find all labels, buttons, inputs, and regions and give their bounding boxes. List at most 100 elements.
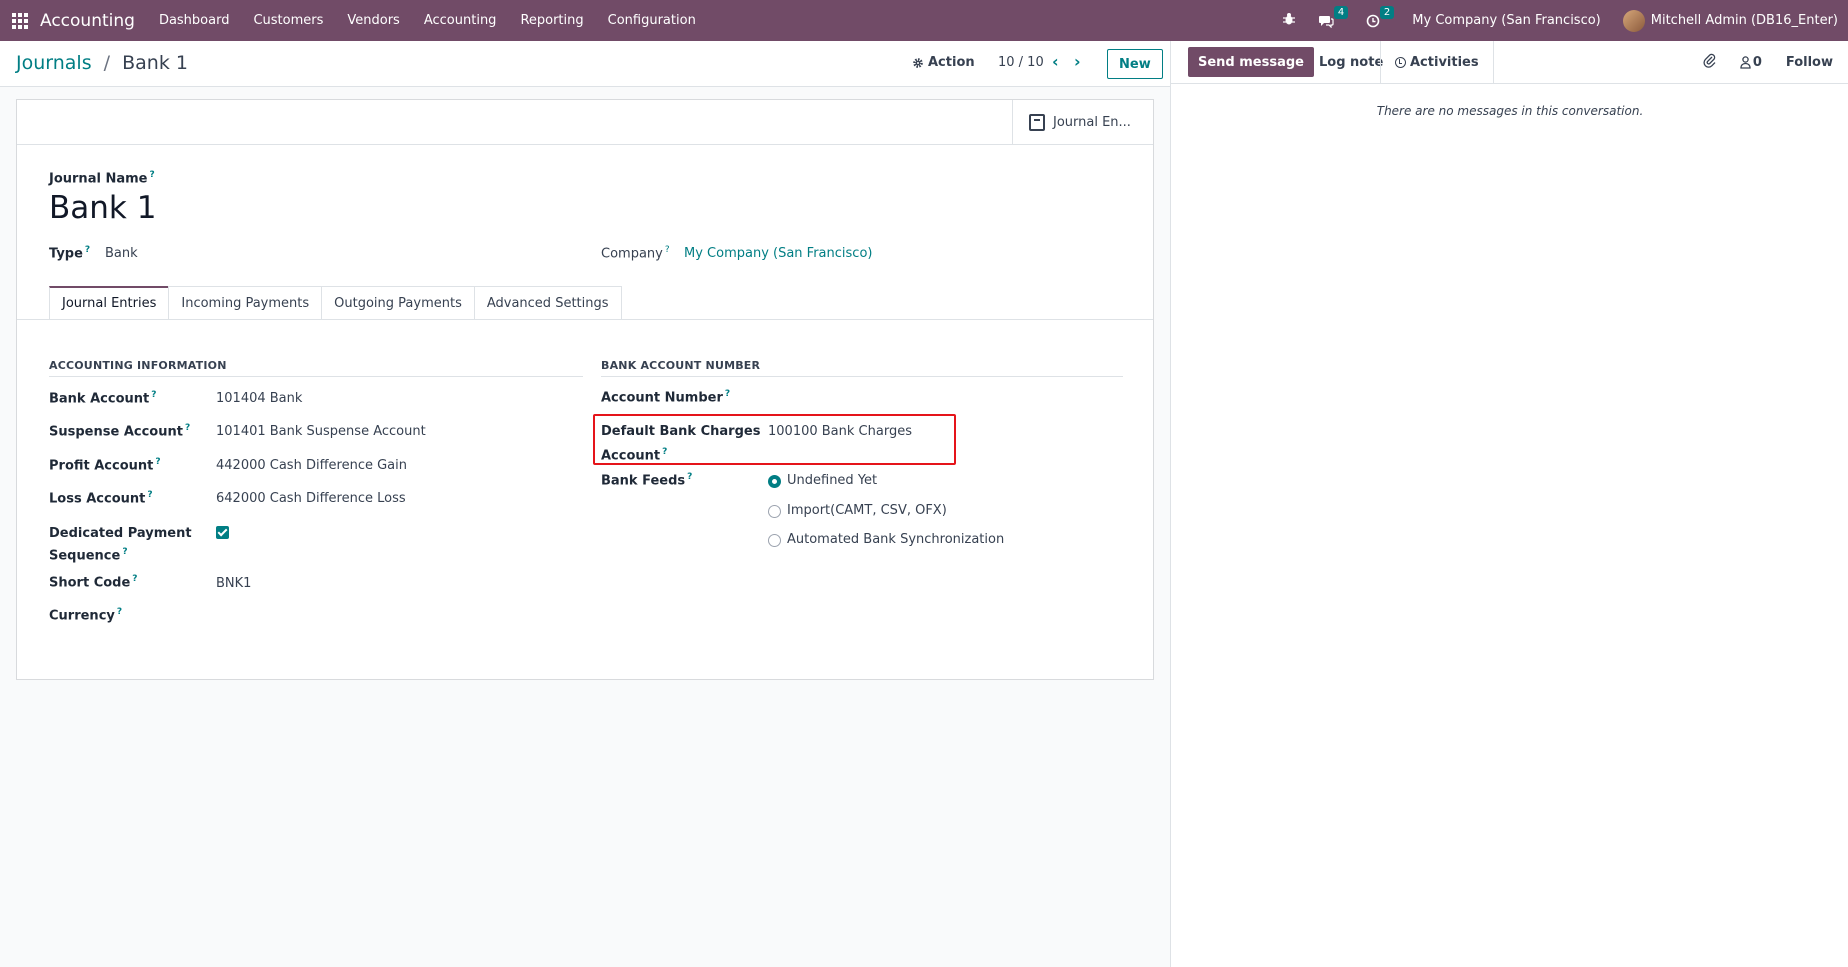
bank-feeds-label: Bank Feeds? [601, 472, 693, 489]
bank-feeds-radio-undefined[interactable] [768, 475, 781, 488]
menu-accounting[interactable]: Accounting [424, 13, 497, 28]
suspense-account-field[interactable]: 101401 Bank Suspense Account [216, 424, 426, 439]
menu-dashboard[interactable]: Dashboard [159, 13, 230, 28]
bank-feeds-radio-import[interactable] [768, 505, 781, 518]
action-button[interactable]: Action [912, 55, 975, 70]
company-switcher[interactable]: My Company (San Francisco) [1412, 13, 1600, 28]
section-divider [49, 376, 583, 377]
highlight-box [593, 414, 956, 465]
breadcrumb-separator: / [103, 52, 111, 74]
help-icon: ? [116, 607, 123, 617]
book-icon [1029, 114, 1045, 131]
help-icon: ? [664, 245, 670, 255]
tab-journal-entries[interactable]: Journal Entries [49, 286, 170, 319]
currency-label: Currency? [49, 607, 123, 624]
help-icon: ? [132, 574, 138, 584]
user-icon [1740, 56, 1751, 69]
loss-account-field[interactable]: 642000 Cash Difference Loss [216, 491, 406, 506]
bank-account-field[interactable]: 101404 Bank [216, 391, 302, 406]
section-divider [601, 376, 1123, 377]
menu-vendors[interactable]: Vendors [347, 13, 399, 28]
dedicated-payment-checkbox[interactable] [216, 526, 229, 539]
chat-icon [1319, 15, 1334, 28]
menu-customers[interactable]: Customers [253, 13, 323, 28]
help-icon: ? [149, 170, 155, 180]
breadcrumb-journals[interactable]: Journals [16, 52, 92, 74]
help-icon: ? [122, 547, 128, 557]
bug-icon[interactable] [1282, 12, 1296, 30]
clock-icon [1366, 14, 1380, 27]
journal-entries-smart-button[interactable]: Journal En... [1012, 100, 1153, 145]
company-label: Company? [601, 245, 670, 262]
activities-button[interactable]: Activities [1380, 41, 1494, 84]
short-code-field[interactable]: BNK1 [216, 576, 251, 591]
form-sheet: Journal En... Journal Name? Bank 1 Type?… [16, 99, 1154, 680]
menu-reporting[interactable]: Reporting [520, 13, 583, 28]
tab-incoming-payments[interactable]: Incoming Payments [168, 286, 323, 319]
chatter-actions: 0 Follow [1703, 41, 1833, 84]
clock-icon [1395, 57, 1406, 68]
user-name: Mitchell Admin (DB16_Enter) [1650, 13, 1838, 28]
profit-account-field[interactable]: 442000 Cash Difference Gain [216, 458, 407, 473]
followers-button[interactable]: 0 [1740, 55, 1762, 70]
breadcrumb: Journals / Bank 1 [16, 52, 188, 74]
send-message-button[interactable]: Send message [1188, 47, 1314, 77]
smart-button-label: Journal En... [1053, 115, 1131, 130]
smart-button-box: Journal En... [17, 100, 1153, 145]
gear-icon [913, 57, 923, 68]
pager-value[interactable]: 10 / 10 [998, 55, 1044, 70]
loss-account-label: Loss Account? [49, 490, 153, 507]
tab-outgoing-payments[interactable]: Outgoing Payments [321, 286, 475, 319]
notebook-tabs: Journal Entries Incoming Payments Outgoi… [49, 286, 622, 319]
activities-label: Activities [1410, 55, 1479, 70]
help-icon: ? [155, 457, 161, 467]
short-code-label: Short Code? [49, 574, 138, 591]
suspense-account-label: Suspense Account? [49, 423, 191, 440]
user-menu[interactable]: Mitchell Admin (DB16_Enter) [1622, 9, 1838, 32]
apps-grid-icon[interactable] [12, 12, 28, 29]
help-icon: ? [147, 490, 153, 500]
bank-feeds-option-label[interactable]: Import(CAMT, CSV, OFX) [787, 503, 947, 518]
bank-feeds-option-label[interactable]: Automated Bank Synchronization [787, 532, 1004, 547]
bank-feeds-option-label[interactable]: Undefined Yet [787, 473, 877, 488]
top-navbar: Accounting Dashboard Customers Vendors A… [0, 0, 1848, 41]
type-field[interactable]: Bank [105, 246, 138, 261]
chatter-topbar: Send message Log note Activities 0 Follo… [1171, 41, 1848, 84]
help-icon: ? [151, 390, 157, 400]
app-brand[interactable]: Accounting [40, 11, 135, 31]
activities-badge: 2 [1379, 5, 1395, 19]
profit-account-label: Profit Account? [49, 457, 161, 474]
help-icon: ? [184, 423, 191, 433]
journal-name-field[interactable]: Bank 1 [49, 190, 156, 226]
chatter-panel: Send message Log note Activities 0 Follo… [1170, 41, 1848, 967]
bank-account-label: Bank Account? [49, 390, 157, 407]
journal-name-label: Journal Name? [49, 170, 155, 187]
breadcrumb-current: Bank 1 [122, 52, 188, 74]
menu-configuration[interactable]: Configuration [608, 13, 696, 28]
pager-previous-icon[interactable]: ‹ [1052, 52, 1059, 71]
user-avatar [1622, 9, 1645, 32]
tabs-divider [17, 319, 1153, 320]
accounting-info-title: ACCOUNTING INFORMATION [49, 359, 227, 372]
tab-advanced-settings[interactable]: Advanced Settings [473, 286, 622, 319]
help-icon: ? [724, 389, 731, 399]
company-field[interactable]: My Company (San Francisco) [684, 246, 872, 261]
messages-button[interactable]: 4 [1318, 5, 1349, 28]
activities-button[interactable]: 2 [1366, 5, 1395, 28]
control-panel: Journals / Bank 1 Action 10 / 10 ‹ › New [0, 41, 1170, 87]
bank-account-number-title: BANK ACCOUNT NUMBER [601, 359, 761, 372]
empty-conversation-message: There are no messages in this conversati… [1376, 104, 1644, 118]
followers-count: 0 [1752, 55, 1762, 70]
action-label: Action [928, 55, 975, 70]
help-icon: ? [84, 245, 91, 255]
help-icon: ? [687, 472, 693, 482]
account-number-label: Account Number? [601, 389, 731, 406]
messages-badge: 4 [1333, 5, 1349, 19]
pager-next-icon[interactable]: › [1074, 52, 1081, 71]
paperclip-icon[interactable] [1703, 53, 1716, 72]
dedicated-payment-label: Dedicated Payment Sequence? [49, 526, 192, 564]
bank-feeds-radio-sync[interactable] [768, 534, 781, 547]
follow-button[interactable]: Follow [1786, 55, 1833, 70]
type-label: Type? [49, 245, 91, 262]
new-button[interactable]: New [1107, 49, 1163, 79]
